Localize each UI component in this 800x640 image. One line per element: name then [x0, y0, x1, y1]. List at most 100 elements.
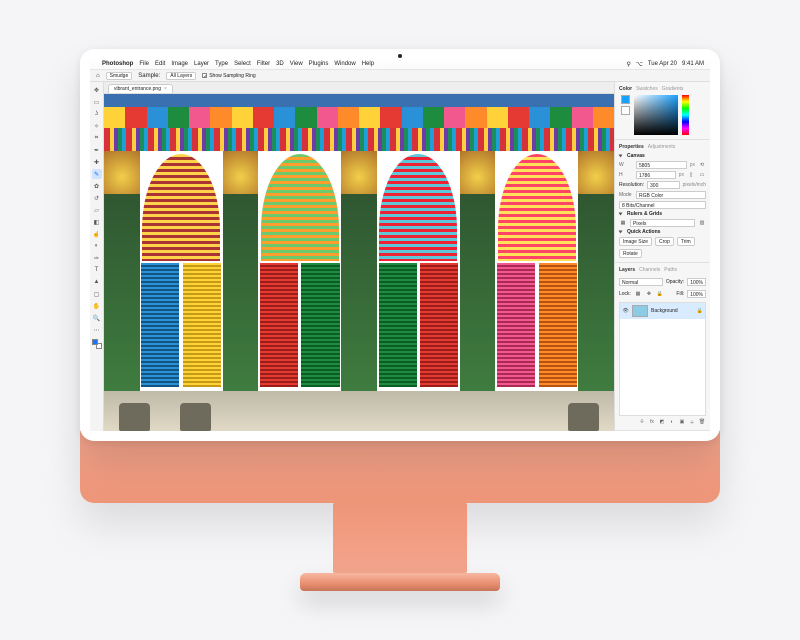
sample-dropdown[interactable]: All Layers — [166, 72, 196, 80]
menubar-time[interactable]: 9:41 AM — [682, 61, 704, 67]
tool-dodge[interactable]: ◐ — [92, 241, 102, 251]
menu-layer[interactable]: Layer — [194, 61, 209, 67]
menu-image[interactable]: Image — [171, 61, 188, 67]
paths-tab[interactable]: Paths — [664, 267, 677, 273]
tool-zoom[interactable]: 🔍 — [92, 313, 102, 323]
menubar-app-name[interactable]: Photoshop — [102, 61, 133, 67]
menu-view[interactable]: View — [290, 61, 303, 67]
foreground-color-swatch[interactable] — [92, 339, 98, 345]
opacity-field[interactable]: 100% — [687, 278, 706, 286]
control-center-icon[interactable]: ⌥ — [636, 61, 643, 68]
menubar-date[interactable]: Tue Apr 20 — [648, 61, 677, 67]
rulers-dropdown[interactable]: Pixels — [630, 219, 695, 227]
tool-more-icon[interactable]: ⋯ — [92, 325, 102, 335]
tool-history-brush[interactable]: ↺ — [92, 193, 102, 203]
rulers-icon[interactable]: ▦ — [619, 219, 627, 227]
layer-fx-icon[interactable]: fx — [648, 418, 656, 426]
tool-path-select[interactable]: ▲ — [92, 277, 102, 287]
lock-position-icon[interactable]: ✥ — [645, 290, 653, 298]
height-field[interactable]: 1786 — [636, 171, 676, 179]
new-adjustment-layer-icon[interactable]: ◐ — [668, 418, 676, 426]
quick-action-rotate[interactable]: Rotate — [619, 249, 642, 258]
swatches-tab[interactable]: Swatches — [636, 86, 658, 92]
blend-mode-dropdown[interactable]: Normal — [619, 278, 663, 286]
lock-pixels-icon[interactable]: ▦ — [634, 290, 642, 298]
canvas[interactable] — [104, 94, 614, 431]
properties-tab[interactable]: Properties — [619, 144, 644, 150]
lock-label: Lock: — [619, 291, 631, 297]
tool-type[interactable]: T — [92, 265, 102, 275]
tool-lasso[interactable]: ʖ — [92, 109, 102, 119]
tool-gradient[interactable]: ◧ — [92, 217, 102, 227]
layers-tab[interactable]: Layers — [619, 267, 635, 273]
disclosure-icon[interactable] — [619, 231, 623, 234]
disclosure-icon[interactable] — [619, 155, 623, 158]
color-tab[interactable]: Color — [619, 86, 632, 92]
layer-row[interactable]: 👁 Background 🔒 — [620, 303, 705, 319]
foreground-background-swatch[interactable] — [92, 339, 102, 349]
quick-action-crop[interactable]: Crop — [655, 237, 674, 246]
menu-file[interactable]: File — [139, 61, 149, 67]
disclosure-icon[interactable] — [619, 213, 623, 216]
tool-brush[interactable]: ✎ — [92, 169, 102, 179]
width-field[interactable]: 5805 — [636, 161, 687, 169]
imac-stand-neck — [333, 503, 467, 573]
menu-window[interactable]: Window — [334, 61, 355, 67]
menu-type[interactable]: Type — [215, 61, 228, 67]
resolution-label: Resolution: — [619, 182, 644, 188]
menu-edit[interactable]: Edit — [155, 61, 165, 67]
mode-dropdown[interactable]: RGB Color — [636, 191, 706, 199]
link-dimensions-icon[interactable]: ⟲ — [698, 161, 706, 169]
menu-3d[interactable]: 3D — [276, 61, 284, 67]
layer-name[interactable]: Background — [651, 308, 678, 314]
tool-shape[interactable]: ▢ — [92, 289, 102, 299]
tool-wand[interactable]: ✧ — [92, 121, 102, 131]
checkbox-icon: ✓ — [202, 73, 207, 78]
layer-visibility-icon[interactable]: 👁 — [622, 308, 629, 314]
hue-slider[interactable] — [682, 95, 689, 135]
adjustments-tab[interactable]: Adjustments — [648, 144, 676, 150]
tool-move[interactable]: ✥ — [92, 85, 102, 95]
menu-select[interactable]: Select — [234, 61, 251, 67]
tool-eraser[interactable]: ▱ — [92, 205, 102, 215]
document-tab[interactable]: vibrant_entrance.png × — [108, 84, 173, 93]
lock-all-icon[interactable]: 🔒 — [656, 290, 664, 298]
wifi-icon[interactable]: ⚲ — [627, 61, 631, 68]
tool-marquee[interactable]: ▭ — [92, 97, 102, 107]
document-tabbar: vibrant_entrance.png × — [104, 82, 614, 94]
orientation-landscape-icon[interactable]: ▭ — [698, 171, 706, 179]
new-layer-icon[interactable]: ＋ — [688, 418, 696, 426]
quick-action-trim[interactable]: Trim — [677, 237, 695, 246]
layer-mask-icon[interactable]: ◩ — [658, 418, 666, 426]
close-tab-icon[interactable]: × — [164, 86, 167, 92]
color-panel-bg-swatch[interactable] — [621, 106, 630, 115]
menu-plugins[interactable]: Plugins — [309, 61, 329, 67]
tool-heal[interactable]: ✚ — [92, 157, 102, 167]
layer-thumbnail[interactable] — [632, 305, 648, 317]
delete-layer-icon[interactable]: 🗑 — [698, 418, 706, 426]
gradients-tab[interactable]: Gradients — [662, 86, 684, 92]
tool-stamp[interactable]: ✿ — [92, 181, 102, 191]
fill-field[interactable]: 100% — [687, 290, 706, 298]
grid-icon[interactable]: ▥ — [698, 219, 706, 227]
home-icon[interactable]: ⌂ — [96, 73, 100, 79]
show-sampling-ring-checkbox[interactable]: ✓ Show Sampling Ring — [202, 73, 255, 79]
quick-action-image-size[interactable]: Image Size — [619, 237, 652, 246]
tool-crop[interactable]: ⌗ — [92, 133, 102, 143]
tool-hand[interactable]: ✋ — [92, 301, 102, 311]
bit-depth-dropdown[interactable]: 8 Bits/Channel — [619, 201, 706, 209]
color-panel-fg-swatch[interactable] — [621, 95, 630, 104]
channels-tab[interactable]: Channels — [639, 267, 660, 273]
active-tool-label[interactable]: Smudge — [106, 72, 133, 80]
new-group-icon[interactable]: ▣ — [678, 418, 686, 426]
orientation-portrait-icon[interactable]: ▯ — [687, 171, 695, 179]
layer-link-icon[interactable]: ⌾ — [638, 418, 646, 426]
tool-eyedropper[interactable]: ✒ — [92, 145, 102, 155]
tool-smudge[interactable]: ☝ — [92, 229, 102, 239]
menu-filter[interactable]: Filter — [257, 61, 270, 67]
layer-lock-icon[interactable]: 🔒 — [697, 308, 703, 314]
color-field-picker[interactable] — [634, 95, 678, 135]
tool-pen[interactable]: ✑ — [92, 253, 102, 263]
resolution-field[interactable]: 300 — [647, 181, 680, 189]
menu-help[interactable]: Help — [362, 61, 374, 67]
